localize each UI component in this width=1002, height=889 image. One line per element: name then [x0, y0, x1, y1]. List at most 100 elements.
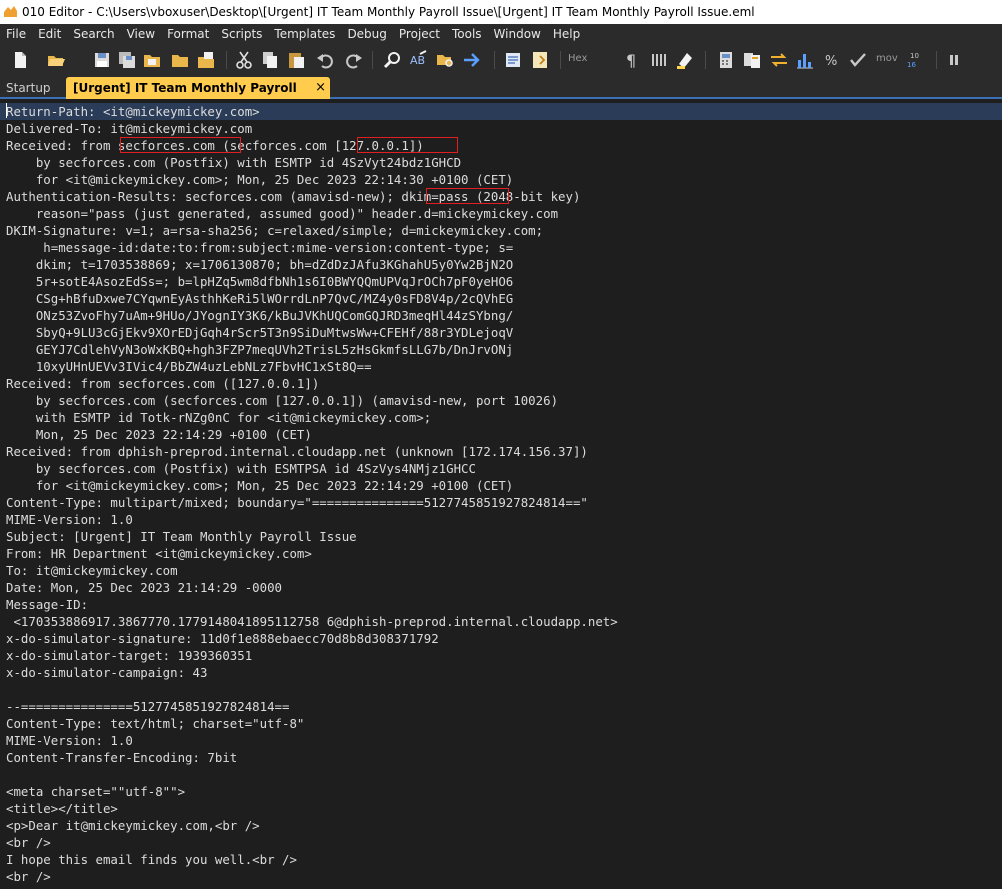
toolbar-separator	[494, 51, 495, 69]
editor-line: MIME-Version: 1.0	[6, 733, 133, 748]
redo-icon[interactable]	[343, 50, 363, 70]
editor-line: Mon, 25 Dec 2023 22:14:29 +0100 (CET)	[6, 427, 312, 442]
editor-line: SbyQ+9LU3cGjEkv9XOrEDjGqh4rScr5T3n9SiDuM…	[6, 325, 514, 340]
editor-line: DKIM-Signature: v=1; a=rsa-sha256; c=rel…	[6, 223, 544, 238]
editor-line: To: it@mickeymickey.com	[6, 563, 178, 578]
menu-search[interactable]: Search	[67, 24, 120, 45]
open-recent-icon[interactable]	[196, 50, 216, 70]
editor-line: for <it@mickeymickey.com>; Mon, 25 Dec 2…	[6, 172, 514, 187]
close-icon[interactable]: ×	[315, 77, 326, 99]
editor-line: for <it@mickeymickey.com>; Mon, 25 Dec 2…	[6, 478, 514, 493]
app-logo-icon	[4, 6, 17, 17]
menu-edit[interactable]: Edit	[32, 24, 67, 45]
paragraph-marks-icon[interactable]: ¶	[622, 50, 642, 70]
replace-icon[interactable]: AB	[408, 50, 428, 70]
highlight-icon[interactable]	[675, 50, 695, 70]
toolbar: AB Hex ¶ % mov 10 16	[0, 45, 1002, 75]
editor-line: dkim; t=1703538869; x=1706130870; bh=dZd…	[6, 257, 514, 272]
paste-icon[interactable]	[286, 50, 306, 70]
editor-line: MIME-Version: 1.0	[6, 512, 133, 527]
text-editor[interactable]: Return-Path: <it@mickeymickey.com> Delive…	[0, 101, 1002, 889]
toolbar-separator	[560, 51, 561, 69]
editor-line: <170353886917.3867770.177914804189511275…	[6, 614, 618, 629]
menu-window[interactable]: Window	[488, 24, 547, 45]
percent-icon[interactable]: %	[822, 50, 842, 70]
toolbar-separator	[936, 51, 937, 69]
editor-line: Date: Mon, 25 Dec 2023 21:14:29 -0000	[6, 580, 283, 595]
find-icon[interactable]	[382, 50, 402, 70]
menu-tools[interactable]: Tools	[446, 24, 488, 45]
editor-line: 10xyUHnUEVv3IVic4/BbZW4uzLebNLz7FbvHC1xS…	[6, 359, 372, 374]
pause-icon[interactable]	[944, 50, 964, 70]
editor-line: <meta charset=""utf-8"">	[6, 784, 186, 799]
editor-line: I hope this email finds you well.<br />	[6, 852, 297, 867]
svg-text:AB: AB	[410, 54, 425, 67]
menu-project[interactable]: Project	[393, 24, 446, 45]
tab-bar: Startup [Urgent] IT Team Monthly Payroll…	[0, 75, 1002, 117]
editor-line: by secforces.com (Postfix) with ESMTPSA …	[6, 461, 476, 476]
editor-line: h=message-id:date:to:from:subject:mime-v…	[6, 240, 514, 255]
histogram-icon[interactable]	[795, 50, 815, 70]
editor-line: Received: from dphish-preprod.internal.c…	[6, 444, 588, 459]
editor-line: CSg+hBfuDxwe7CYqwnEyAsthhKeRi5lWOrrdLnP7…	[6, 291, 514, 306]
find-in-files-icon[interactable]	[435, 50, 455, 70]
editor-line: <br />	[6, 869, 51, 884]
new-file-icon[interactable]	[10, 50, 30, 70]
swap-icon[interactable]	[769, 50, 789, 70]
open-file-icon[interactable]	[46, 50, 66, 70]
menu-bar: File Edit Search View Format Scripts Templates…	[0, 24, 1002, 45]
hex-view-icon[interactable]: Hex	[568, 53, 590, 73]
checksum-icon[interactable]	[848, 50, 868, 70]
menu-debug[interactable]: Debug	[341, 24, 392, 45]
svg-text:10: 10	[910, 52, 919, 60]
editor-line: <p>Dear it@mickeymickey.com,<br />	[6, 818, 260, 833]
window-title: 010 Editor - C:\Users\vboxuser\Desktop\[…	[22, 5, 755, 19]
editor-line: x-do-simulator-target: 1939360351	[6, 648, 253, 663]
open-folder-icon[interactable]	[170, 50, 190, 70]
tab-startup[interactable]: Startup	[0, 77, 57, 99]
highlight-box	[120, 137, 241, 153]
move-icon[interactable]: mov	[876, 53, 900, 73]
editor-line: x-do-simulator-campaign: 43	[6, 665, 208, 680]
editor-line: Subject: [Urgent] IT Team Monthly Payrol…	[6, 529, 357, 544]
menu-view[interactable]: View	[121, 24, 161, 45]
menu-templates[interactable]: Templates	[268, 24, 341, 45]
folder-icon[interactable]	[142, 50, 162, 70]
text-cursor	[6, 103, 7, 118]
editor-line: Content-Type: multipart/mixed; boundary=…	[6, 495, 588, 510]
toolbar-separator	[226, 51, 227, 69]
menu-scripts[interactable]: Scripts	[215, 24, 268, 45]
cut-icon[interactable]	[234, 50, 254, 70]
editor-line: by secforces.com (Postfix) with ESMTP id…	[6, 155, 462, 170]
editor-line: Return-Path: <it@mickeymickey.com>	[0, 103, 1002, 120]
editor-line: --===============5127745851927824814==	[6, 699, 290, 714]
script-icon[interactable]	[530, 50, 550, 70]
menu-help[interactable]: Help	[547, 24, 586, 45]
columns-icon[interactable]	[649, 50, 669, 70]
highlight-box	[357, 137, 458, 153]
svg-text:¶: ¶	[626, 51, 636, 70]
base-converter-icon[interactable]: 1016	[904, 50, 924, 70]
editor-line: by secforces.com (secforces.com [127.0.0…	[6, 393, 559, 408]
tab-eml-file[interactable]: [Urgent] IT Team Monthly Payroll Issue.e…	[66, 77, 330, 117]
undo-icon[interactable]	[316, 50, 336, 70]
goto-icon[interactable]	[462, 50, 482, 70]
toolbar-separator	[372, 51, 373, 69]
editor-line: x-do-simulator-signature: 11d0f1e888ebae…	[6, 631, 439, 646]
editor-line: GEYJ7CdlehVyN3oWxKBQ+hgh3FZP7meqUVh2Tris…	[6, 342, 514, 357]
calculator-icon[interactable]	[716, 50, 736, 70]
editor-line: 5r+sotE4AsozEdSs=; b=lpHZq5wm8dfbNh1s6I0…	[6, 274, 514, 289]
editor-line: Received: from secforces.com ([127.0.0.1…	[6, 376, 320, 391]
compare-icon[interactable]	[742, 50, 762, 70]
editor-line: <br />	[6, 835, 51, 850]
save-all-icon[interactable]	[117, 50, 137, 70]
editor-line: Content-Transfer-Encoding: 7bit	[6, 750, 238, 765]
menu-format[interactable]: Format	[161, 24, 215, 45]
menu-file[interactable]: File	[0, 24, 32, 45]
copy-icon[interactable]	[260, 50, 280, 70]
editor-line: Delivered-To: it@mickeymickey.com	[6, 121, 253, 136]
toolbar-separator	[705, 51, 706, 69]
save-icon[interactable]	[92, 50, 112, 70]
template-icon[interactable]	[503, 50, 523, 70]
editor-line: Content-Type: text/html; charset="utf-8"	[6, 716, 305, 731]
